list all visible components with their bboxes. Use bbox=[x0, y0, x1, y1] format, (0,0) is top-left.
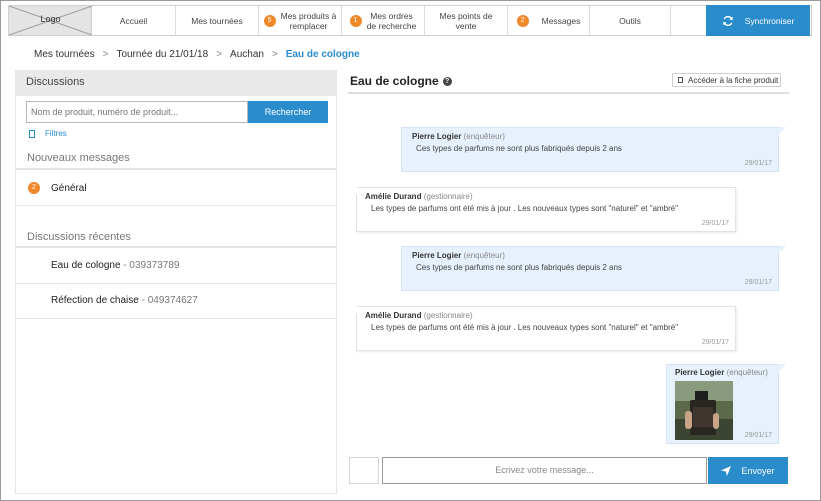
document-icon bbox=[678, 77, 683, 83]
nav-item-points-de-vente[interactable]: Mes points de vente bbox=[425, 6, 508, 35]
breadcrumb-item[interactable]: Tournée du 21/01/18 bbox=[116, 49, 208, 60]
message-author: Pierre Logier bbox=[412, 251, 462, 260]
message-author: Pierre Logier bbox=[675, 368, 725, 377]
discussions-panel: Discussions Rechercher Filtres Nouveaux … bbox=[15, 70, 337, 494]
message-role: (enquêteur) bbox=[726, 368, 768, 377]
bubble-tail bbox=[349, 306, 357, 314]
message-input[interactable]: Ecrivez votre message... bbox=[382, 457, 707, 484]
nav-label: Accueil bbox=[119, 15, 148, 26]
message-thread: Pierre Logier (enquêteur) Ces types de p… bbox=[348, 94, 789, 452]
breadcrumb-separator: > bbox=[271, 49, 278, 60]
breadcrumb: Mes tournées > Tournée du 21/01/18 > Auchan >… bbox=[34, 49, 360, 60]
breadcrumb-current: Eau de cologne bbox=[285, 49, 360, 60]
message-text: Les types de parfums ont été mis à jour … bbox=[371, 323, 679, 332]
nav-label: Mes produits à remplacer bbox=[280, 10, 337, 31]
filters-label: Filtres bbox=[45, 129, 67, 138]
bubble-tail bbox=[778, 364, 786, 372]
message-role: (gestionnaire) bbox=[423, 311, 473, 320]
help-icon[interactable]: ? bbox=[442, 76, 452, 86]
divider bbox=[16, 318, 336, 319]
unread-badge: 2 bbox=[28, 182, 40, 194]
nav-badge: 2 bbox=[516, 14, 529, 27]
message-text: Les types de parfums ont été mis à jour … bbox=[371, 204, 679, 213]
search-input[interactable] bbox=[26, 101, 248, 123]
search-button[interactable]: Rechercher bbox=[248, 101, 328, 123]
divider bbox=[16, 168, 336, 170]
nav-item-accueil[interactable]: Accueil bbox=[92, 6, 176, 35]
recent-discussion-item[interactable]: Eau de cologne - 039373789 bbox=[51, 260, 179, 271]
message-bubble-received: Amélie Durand (gestionnaire) Les types d… bbox=[349, 187, 736, 232]
nav-item-mes-ordres[interactable]: 1 Mes ordres de recherche bbox=[342, 6, 425, 35]
nav-label: Messages bbox=[541, 15, 581, 26]
bubble-tail bbox=[778, 127, 786, 135]
recent-discussions-title: Discussions récentes bbox=[27, 231, 131, 243]
message-date: 29/01/17 bbox=[744, 160, 772, 167]
conversation-title-text: Eau de cologne bbox=[350, 74, 439, 88]
nav-label: Outils bbox=[619, 15, 641, 26]
message-date: 29/01/17 bbox=[701, 339, 729, 346]
message-bubble-sent: Pierre Logier (enquêteur) 29/01/17 bbox=[666, 364, 786, 444]
divider bbox=[16, 205, 336, 206]
discussion-general[interactable]: 2 Général bbox=[28, 182, 87, 194]
message-role: (enquêteur) bbox=[463, 251, 505, 260]
message-bubble-received: Amélie Durand (gestionnaire) Les types d… bbox=[349, 306, 736, 351]
message-bubble-sent: Pierre Logier (enquêteur) Ces types de p… bbox=[401, 127, 786, 172]
message-role: (enquêteur) bbox=[463, 132, 505, 141]
filter-icon bbox=[29, 129, 35, 138]
nav-item-mes-produits[interactable]: 5 Mes produits à remplacer bbox=[259, 6, 342, 35]
discussion-label: Général bbox=[51, 182, 87, 194]
message-date: 29/01/17 bbox=[744, 279, 772, 286]
message-text: Ces types de parfums ne sont plus fabriq… bbox=[416, 263, 622, 272]
discussion-name: Réfection de chaise bbox=[51, 295, 139, 306]
discussion-number: - 049374627 bbox=[141, 295, 198, 306]
logo[interactable]: Logo bbox=[9, 6, 92, 35]
divider bbox=[16, 283, 336, 284]
product-sheet-button[interactable]: Accéder à la fiche produit bbox=[672, 73, 781, 87]
breadcrumb-separator: > bbox=[102, 49, 109, 60]
nav-label: Mes tournées bbox=[191, 15, 243, 26]
recent-discussion-item[interactable]: Réfection de chaise - 049374627 bbox=[51, 295, 198, 306]
breadcrumb-item[interactable]: Auchan bbox=[230, 49, 264, 60]
product-photo[interactable] bbox=[675, 381, 733, 440]
send-icon bbox=[721, 465, 732, 476]
sync-icon bbox=[722, 15, 733, 26]
divider bbox=[16, 246, 336, 248]
bubble-tail bbox=[778, 246, 786, 254]
attach-button[interactable] bbox=[349, 457, 379, 484]
send-button[interactable]: Envoyer bbox=[708, 457, 788, 484]
bubble-tail bbox=[349, 187, 357, 195]
perfume-bottle-image bbox=[675, 381, 733, 440]
nav-item-outils[interactable]: Outils bbox=[590, 6, 671, 35]
product-sheet-label: Accéder à la fiche produit bbox=[688, 75, 779, 85]
message-author: Amélie Durand bbox=[365, 311, 422, 320]
sync-label: Synchroniser bbox=[744, 15, 795, 26]
message-date: 29/01/17 bbox=[744, 432, 772, 439]
search-row: Rechercher bbox=[26, 101, 328, 123]
nav-item-mes-tournees[interactable]: Mes tournées bbox=[176, 6, 259, 35]
discussions-header: Discussions bbox=[16, 70, 336, 96]
discussion-name: Eau de cologne bbox=[51, 260, 121, 271]
message-date: 29/01/17 bbox=[701, 220, 729, 227]
breadcrumb-item[interactable]: Mes tournées bbox=[34, 49, 95, 60]
conversation-title: Eau de cologne ? bbox=[350, 74, 452, 88]
logo-label: Logo bbox=[40, 14, 61, 24]
new-messages-title: Nouveaux messages bbox=[27, 152, 130, 164]
nav-badge: 1 bbox=[349, 14, 362, 27]
message-author: Amélie Durand bbox=[365, 192, 422, 201]
message-role: (gestionnaire) bbox=[423, 192, 473, 201]
top-navigation: Logo Accueil Mes tournées 5 Mes produits… bbox=[8, 5, 812, 36]
message-text: Ces types de parfums ne sont plus fabriq… bbox=[416, 144, 622, 153]
nav-label: Mes points de vente bbox=[439, 10, 493, 31]
filters-link[interactable]: Filtres bbox=[29, 129, 67, 138]
message-author: Pierre Logier bbox=[412, 132, 462, 141]
message-bubble-sent: Pierre Logier (enquêteur) Ces types de p… bbox=[401, 246, 786, 291]
send-label: Envoyer bbox=[741, 465, 775, 476]
discussion-number: - 039373789 bbox=[123, 260, 180, 271]
nav-label: Mes ordres de recherche bbox=[366, 10, 417, 31]
nav-badge: 5 bbox=[263, 14, 276, 27]
sync-button[interactable]: Synchroniser bbox=[706, 5, 810, 36]
breadcrumb-separator: > bbox=[216, 49, 223, 60]
nav-item-messages[interactable]: 2 Messages bbox=[508, 6, 590, 35]
